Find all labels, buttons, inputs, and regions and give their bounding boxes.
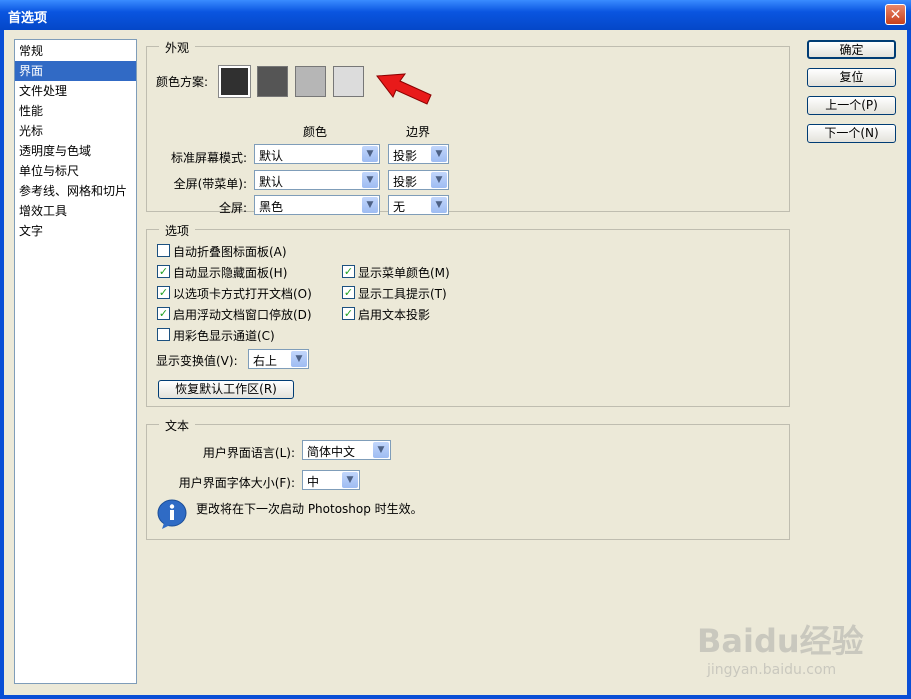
appearance-title: 外观 [159, 39, 196, 56]
open-as-tabs-label[interactable]: 以选项卡方式打开文档(O) [173, 285, 312, 302]
color-column-header: 颜色 [303, 125, 328, 139]
auto-show-hidden-checkbox[interactable]: ✓ [157, 265, 170, 278]
floating-dock-checkbox[interactable]: ✓ [157, 307, 170, 320]
close-button[interactable]: ✕ [885, 4, 906, 25]
auto-show-hidden-label[interactable]: 自动显示隐藏面板(H) [173, 264, 287, 281]
text-shadow-checkbox[interactable]: ✓ [342, 307, 355, 320]
chevron-down-icon: ▼ [431, 172, 447, 188]
standard-screen-label: 标准屏幕模式: [170, 151, 247, 165]
sidebar-item-general[interactable]: 常规 [15, 41, 136, 61]
next-button[interactable]: 下一个(N) [807, 124, 896, 143]
ui-font-size-select[interactable]: 中 ▼ [302, 470, 360, 490]
ui-font-size-label: 用户界面字体大小(F): [178, 476, 295, 490]
title-bar[interactable]: 首选项 ✕ [0, 0, 911, 30]
auto-collapse-label[interactable]: 自动折叠图标面板(A) [173, 243, 287, 260]
chevron-down-icon: ▼ [362, 197, 378, 213]
info-icon [157, 499, 187, 529]
color-channels-checkbox[interactable] [157, 328, 170, 341]
preferences-dialog: 首选项 ✕ 常规 界面 文件处理 性能 光标 透明度与色域 单位与标尺 参考线、… [0, 0, 911, 699]
watermark: Baidu经验 jingyan.baidu.com [697, 616, 864, 678]
full-screen-menu-border-select[interactable]: 投影 ▼ [388, 170, 449, 190]
auto-collapse-checkbox[interactable] [157, 244, 170, 257]
sidebar-item-performance[interactable]: 性能 [15, 101, 136, 121]
transform-values-label: 显示变换值(V): [156, 354, 238, 368]
reset-button[interactable]: 复位 [807, 68, 896, 87]
sidebar-item-guides[interactable]: 参考线、网格和切片 [15, 181, 136, 201]
category-list[interactable]: 常规 界面 文件处理 性能 光标 透明度与色域 单位与标尺 参考线、网格和切片 … [14, 39, 137, 684]
restart-info-text: 更改将在下一次启动 Photoshop 时生效。 [196, 502, 423, 516]
color-channels-label[interactable]: 用彩色显示通道(C) [173, 327, 275, 344]
chevron-down-icon: ▼ [362, 146, 378, 162]
open-as-tabs-checkbox[interactable]: ✓ [157, 286, 170, 299]
full-screen-color-select[interactable]: 黑色 ▼ [254, 195, 380, 215]
ui-language-label: 用户界面语言(L): [202, 446, 295, 460]
color-scheme-swatch-2[interactable] [257, 66, 288, 97]
watermark-url: jingyan.baidu.com [707, 662, 837, 678]
full-screen-border-select[interactable]: 无 ▼ [388, 195, 449, 215]
chevron-down-icon: ▼ [373, 442, 389, 458]
color-scheme-swatch-1[interactable] [218, 65, 251, 98]
tooltips-checkbox[interactable]: ✓ [342, 286, 355, 299]
dialog-body: 常规 界面 文件处理 性能 光标 透明度与色域 单位与标尺 参考线、网格和切片 … [4, 30, 907, 695]
menu-colors-checkbox[interactable]: ✓ [342, 265, 355, 278]
text-title: 文本 [159, 417, 196, 434]
border-column-header: 边界 [406, 125, 431, 139]
full-screen-menu-label: 全屏(带菜单): [173, 177, 247, 191]
color-scheme-label: 颜色方案: [156, 75, 209, 89]
previous-button[interactable]: 上一个(P) [807, 96, 896, 115]
appearance-group: 外观 颜色方案: 颜色 边界 标准屏幕模式: 默认 ▼ 投影 ▼ 全屏(带菜单): … [146, 39, 790, 215]
text-shadow-label[interactable]: 启用文本投影 [358, 306, 430, 323]
transform-values-select[interactable]: 右上 ▼ [248, 349, 309, 369]
chevron-down-icon: ▼ [342, 472, 358, 488]
standard-screen-color-select[interactable]: 默认 ▼ [254, 144, 380, 164]
chevron-down-icon: ▼ [362, 172, 378, 188]
sidebar-item-plugins[interactable]: 增效工具 [15, 201, 136, 221]
tooltips-label[interactable]: 显示工具提示(T) [358, 285, 447, 302]
menu-colors-label[interactable]: 显示菜单颜色(M) [358, 264, 450, 281]
ui-language-select[interactable]: 简体中文 ▼ [302, 440, 391, 460]
full-screen-label: 全屏: [218, 201, 247, 215]
arrow-icon [376, 73, 432, 105]
restore-workspace-button[interactable]: 恢复默认工作区(R) [158, 380, 294, 399]
sidebar-item-transparency[interactable]: 透明度与色域 [15, 141, 136, 161]
watermark-brand: Baidu经验 [697, 622, 864, 660]
chevron-down-icon: ▼ [431, 197, 447, 213]
options-group: 选项 自动折叠图标面板(A) ✓ 自动显示隐藏面板(H) ✓ 以选项卡方式打开文… [146, 222, 790, 407]
standard-screen-border-select[interactable]: 投影 ▼ [388, 144, 449, 164]
sidebar-item-cursors[interactable]: 光标 [15, 121, 136, 141]
sidebar-item-units[interactable]: 单位与标尺 [15, 161, 136, 181]
chevron-down-icon: ▼ [291, 351, 307, 367]
chevron-down-icon: ▼ [431, 146, 447, 162]
window-title: 首选项 [8, 11, 48, 26]
color-scheme-swatch-4[interactable] [333, 66, 364, 97]
floating-dock-label[interactable]: 启用浮动文档窗口停放(D) [173, 306, 312, 323]
sidebar-item-interface[interactable]: 界面 [15, 61, 136, 81]
full-screen-menu-color-select[interactable]: 默认 ▼ [254, 170, 380, 190]
text-group: 文本 用户界面语言(L): 简体中文 ▼ 用户界面字体大小(F): 中 ▼ 更改将在… [146, 417, 790, 540]
ok-button[interactable]: 确定 [807, 40, 896, 59]
color-scheme-swatch-3[interactable] [295, 66, 326, 97]
sidebar-item-file-handling[interactable]: 文件处理 [15, 81, 136, 101]
options-title: 选项 [159, 222, 196, 239]
sidebar-item-type[interactable]: 文字 [15, 221, 136, 241]
